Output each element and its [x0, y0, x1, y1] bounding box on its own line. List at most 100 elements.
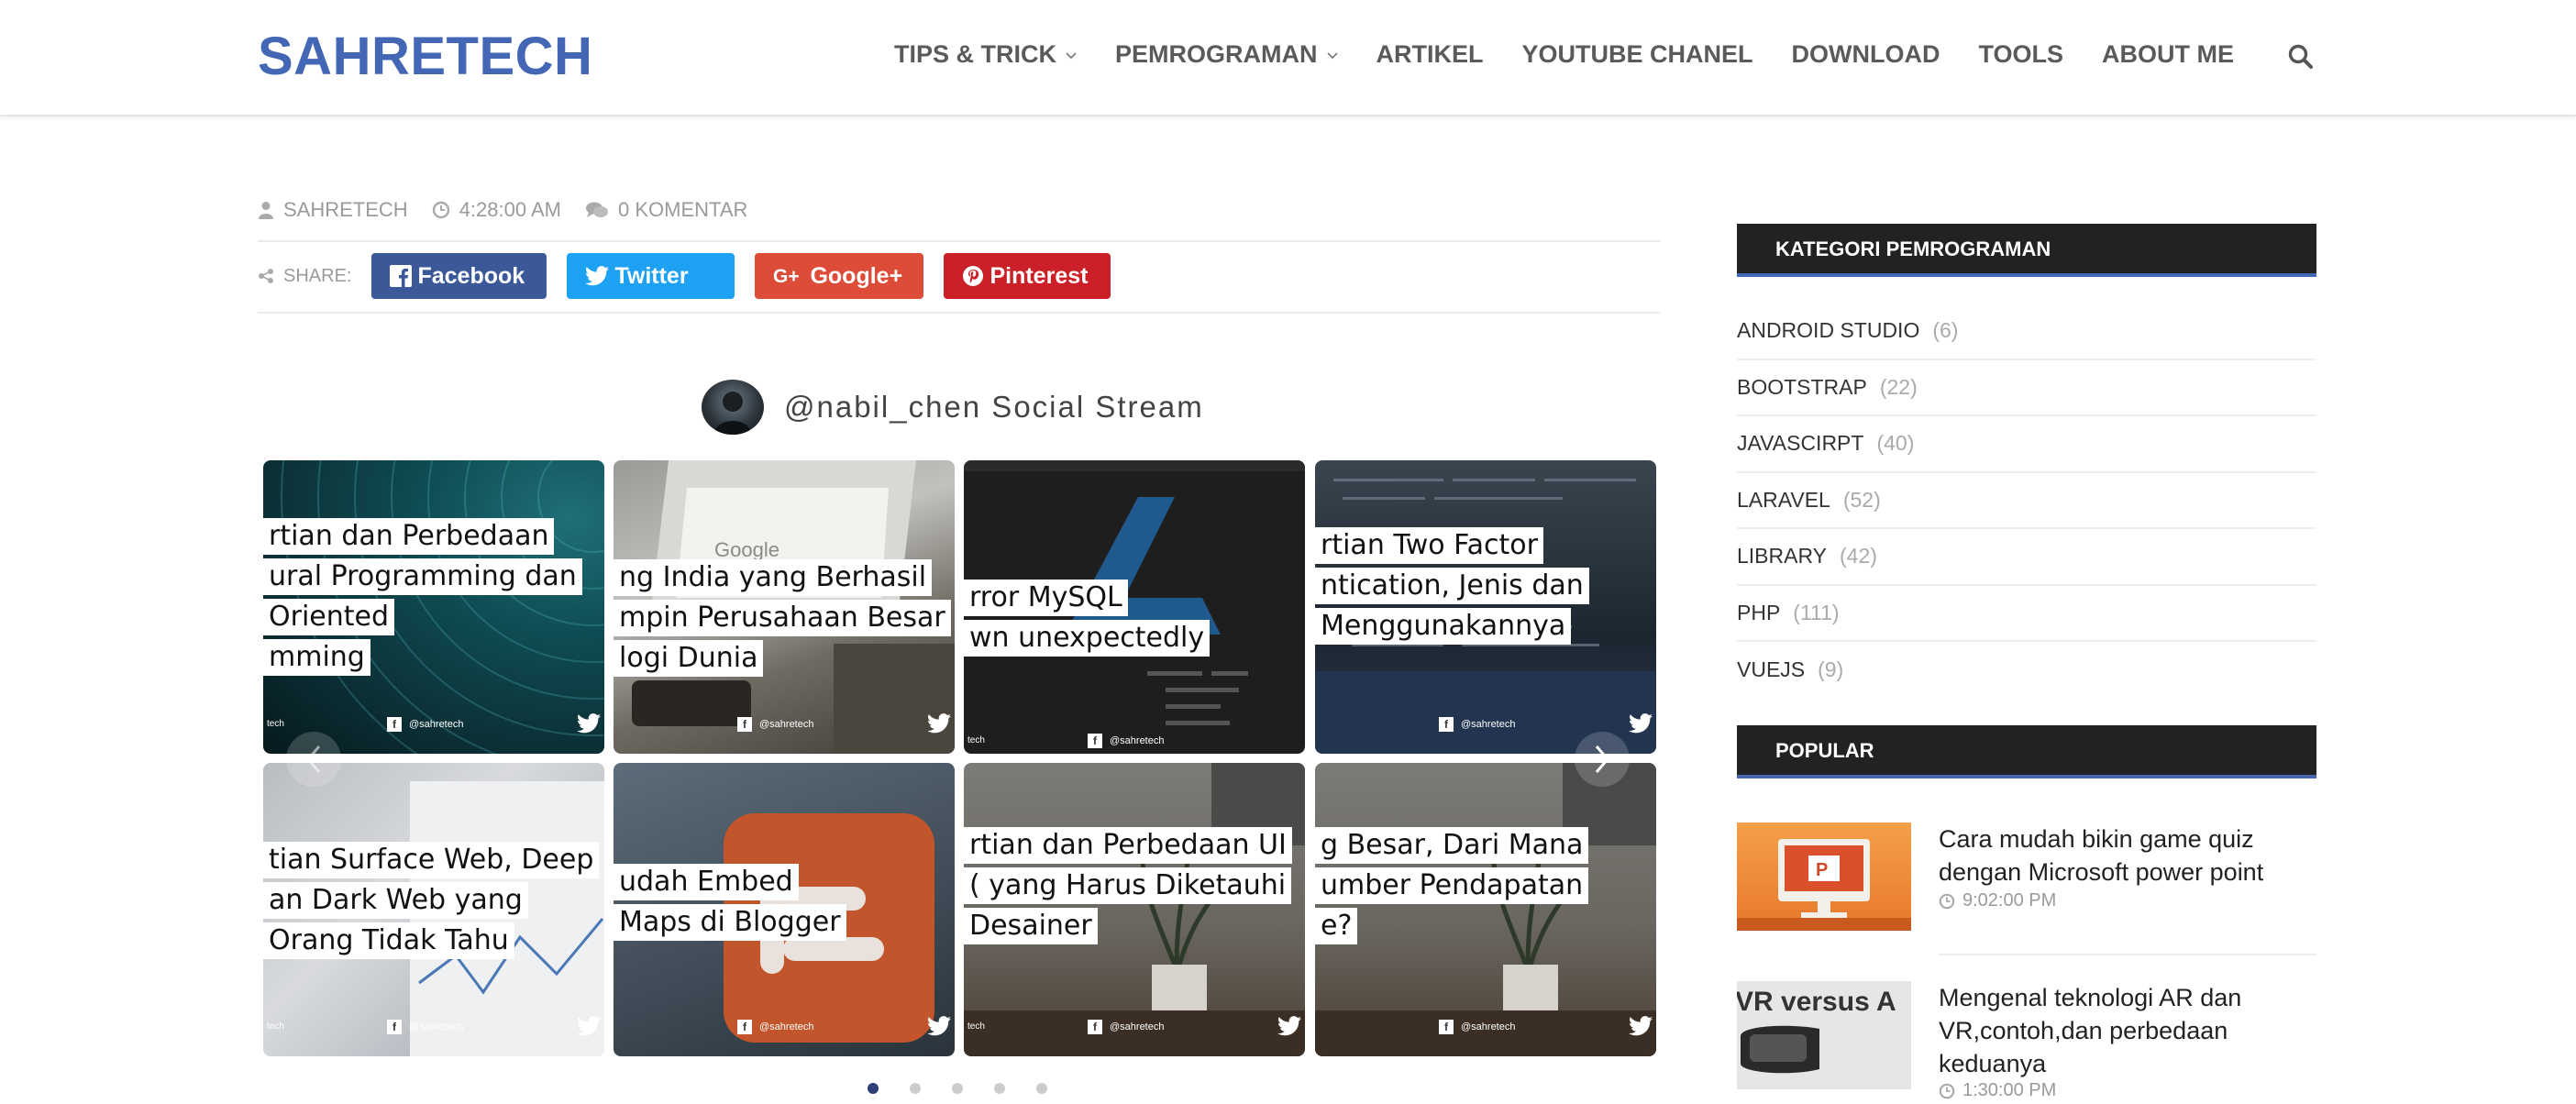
facebook-icon: f — [1088, 734, 1102, 748]
category-item[interactable]: ANDROID STUDIO (6) — [1737, 304, 2316, 360]
category-item[interactable]: BOOTSTRAP (22) — [1737, 360, 2316, 416]
carousel-prev-button[interactable] — [286, 732, 341, 787]
popular-post-thumbnail[interactable]: VR versus A — [1737, 981, 1911, 1089]
caption-line: mpin Perusahaan Besar — [614, 600, 951, 636]
category-name: ANDROID STUDIO — [1737, 318, 1920, 343]
facebook-icon: f — [737, 717, 752, 732]
stream-tile[interactable]: g Besar, Dari Mana umber Pendapatan e? f… — [1315, 763, 1656, 1056]
tile-caption: rror MySQL wn unexpectedly — [964, 580, 1305, 660]
caption-line: ( yang Harus Diketauhi — [964, 867, 1292, 904]
category-item[interactable]: LARAVEL (52) — [1737, 473, 2316, 529]
tile-caption: udah Embed Maps di Blogger — [614, 864, 955, 944]
carousel-next-button[interactable] — [1575, 732, 1630, 787]
nav-item-pemrograman[interactable]: PEMROGRAMAN — [1115, 40, 1338, 69]
category-count: (22) — [1879, 374, 1918, 399]
caption-line: rtian Two Factor — [1315, 527, 1543, 564]
stream-tile[interactable]: rtian dan Perbedaan UI ( yang Harus Dike… — [964, 763, 1305, 1056]
popular-widget-title: POPULAR — [1737, 725, 2316, 778]
pagination-dot[interactable] — [994, 1083, 1005, 1094]
time-text: 4:28:00 AM — [459, 198, 561, 221]
nav-item-youtube-chanel[interactable]: YOUTUBE CHANEL — [1522, 40, 1753, 69]
chevron-right-icon — [1595, 745, 1609, 773]
tile-caption: g Besar, Dari Mana umber Pendapatan e? — [1315, 827, 1656, 948]
googleplus-label: Google+ — [810, 262, 903, 289]
divider — [258, 312, 1661, 314]
tile-handle: f @sahretech — [387, 717, 463, 732]
stream-tile[interactable]: udah Embed Maps di Blogger f @sahretech — [614, 763, 955, 1056]
twitter-icon — [1629, 1016, 1653, 1036]
category-count: (42) — [1840, 544, 1877, 569]
tile-handle-text: @sahretech — [759, 1021, 814, 1032]
category-item[interactable]: LIBRARY (42) — [1737, 529, 2316, 586]
avatar[interactable] — [702, 380, 764, 435]
user-icon — [259, 202, 273, 219]
category-name: JAVASCIRPT — [1737, 431, 1864, 456]
tile-handle-text: @sahretech — [409, 1021, 464, 1032]
popular-post-title[interactable]: Cara mudah bikin game quiz dengan Micros… — [1939, 822, 2324, 889]
nav-item-about-me[interactable]: ABOUT ME — [2102, 40, 2234, 69]
caption-line: rtian dan Perbedaan — [263, 518, 555, 555]
post-author[interactable]: SAHRETECH — [258, 198, 408, 222]
share-twitter-button[interactable]: Twitter — [567, 253, 735, 299]
category-item[interactable]: VUEJS (9) — [1737, 642, 2316, 699]
tile-handle: f @sahretech — [737, 717, 813, 732]
pagination-dot[interactable] — [1036, 1083, 1047, 1094]
post-meta: SAHRETECH 4:28:00 AM 0 KOMENTAR — [258, 198, 771, 222]
caption-line: umber Pendapatan — [1315, 867, 1589, 904]
popular-post-title[interactable]: Mengenal teknologi AR dan VR,contoh,dan … — [1939, 981, 2324, 1080]
category-name: PHP — [1737, 600, 1781, 624]
share-googleplus-button[interactable]: G+ Google+ — [755, 253, 924, 299]
nav-item-tools[interactable]: TOOLS — [1979, 40, 2064, 69]
pagination-dot[interactable] — [868, 1083, 879, 1094]
tile-handle: f @sahretech — [737, 1020, 813, 1034]
caption-line: e? — [1315, 908, 1358, 944]
svg-text:Google: Google — [714, 538, 779, 561]
nav-item-download[interactable]: DOWNLOAD — [1792, 40, 1940, 69]
divider — [258, 240, 1661, 242]
popular-post-thumbnail[interactable]: P — [1737, 822, 1911, 931]
search-icon[interactable] — [2287, 43, 2315, 71]
comments-count: 0 KOMENTAR — [618, 198, 748, 221]
caption-line: ntication, Jenis dan — [1315, 568, 1589, 604]
caption-line: wn unexpectedly — [964, 620, 1211, 657]
popular-post[interactable]: P Cara mudah bikin game quiz dengan Micr… — [1737, 822, 2316, 942]
stream-title: @nabil_chen Social Stream — [784, 390, 1204, 424]
category-item[interactable]: PHP (111) — [1737, 586, 2316, 642]
facebook-icon: f — [387, 717, 402, 732]
category-name: LARAVEL — [1737, 487, 1830, 512]
tile-footer: f @sahretech — [614, 713, 955, 737]
stream-header: @nabil_chen Social Stream — [702, 380, 1204, 435]
post-comments[interactable]: 0 KOMENTAR — [585, 198, 747, 222]
pagination-dot[interactable] — [910, 1083, 921, 1094]
tile-caption: rtian Two Factor ntication, Jenis dan Me… — [1315, 527, 1656, 648]
pagination-dot[interactable] — [952, 1083, 963, 1094]
site-logo[interactable]: SAHRETECH — [258, 26, 592, 87]
caption-line: rror MySQL — [964, 580, 1128, 616]
category-item[interactable]: JAVASCIRPT (40) — [1737, 416, 2316, 473]
stream-tile[interactable]: Google ng India yang Berhasil mpin Perus… — [614, 460, 955, 754]
tile-footer: tech f @sahretech — [964, 732, 1305, 754]
tile-mark: tech — [267, 1021, 284, 1032]
stream-tile[interactable]: rtian Two Factor ntication, Jenis dan Me… — [1315, 460, 1656, 754]
share-pinterest-button[interactable]: Pinterest — [944, 253, 1111, 299]
nav-item-tips-trick[interactable]: TIPS & TRICK — [894, 40, 1077, 69]
nav-item-label: PEMROGRAMAN — [1115, 40, 1318, 68]
tile-handle: f @sahretech — [1088, 734, 1164, 748]
tile-footer: tech f @sahretech — [263, 1016, 604, 1040]
nav-item-artikel[interactable]: ARTIKEL — [1376, 40, 1484, 69]
post-time: 4:28:00 AM — [432, 198, 561, 222]
caption-line: Oriented — [263, 599, 395, 635]
popular-post[interactable]: VR versus A Mengenal teknologi AR dan VR… — [1737, 981, 2316, 1104]
stream-tile[interactable]: rtian dan Perbedaan ural Programming dan… — [263, 460, 604, 754]
share-facebook-button[interactable]: Facebook — [371, 253, 547, 299]
caption-line: g Besar, Dari Mana — [1315, 827, 1589, 864]
tile-handle-text: @sahretech — [1461, 1021, 1516, 1032]
twitter-icon — [1629, 713, 1653, 734]
twitter-icon — [585, 266, 610, 286]
caption-line: rtian dan Perbedaan UI — [964, 827, 1292, 864]
facebook-icon: f — [737, 1020, 752, 1034]
stream-tile[interactable]: rror MySQL wn unexpectedly tech f @sahret… — [964, 460, 1305, 754]
stream-tile[interactable]: tian Surface Web, Deep an Dark Web yang … — [263, 763, 604, 1056]
clock-icon — [432, 201, 449, 219]
caption-line: Orang Tidak Tahu — [263, 922, 514, 959]
